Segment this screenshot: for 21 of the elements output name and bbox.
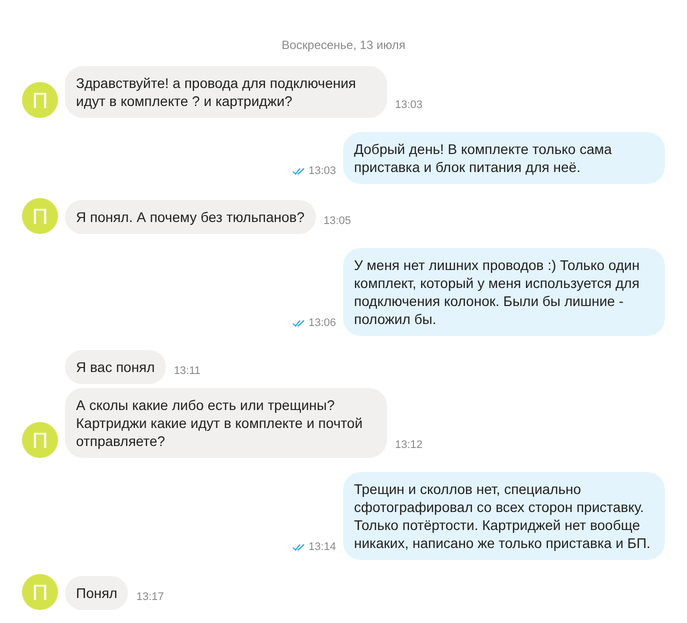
message-time: 13:14 <box>308 540 336 554</box>
message-time: 13:06 <box>308 316 336 330</box>
message-time: 13:17 <box>136 590 164 604</box>
message-time: 13:11 <box>174 364 201 378</box>
date-separator: Воскресенье, 13 июля <box>282 37 406 54</box>
message-bubble: Трещин и сколлов нет, специально сфотографировал со всех сторон приставку. Только потёртости. Картриджей нет вообще никаких, написано же только приставка и БП. <box>343 472 665 560</box>
message-time: 13:03 <box>308 164 336 178</box>
message-bubble: Добрый день! В комплекте только сама приставка и блок питания для неё. <box>343 132 665 184</box>
avatar[interactable]: П <box>22 198 58 234</box>
message-time: 13:12 <box>395 438 423 452</box>
message-bubble: Я понял. А почему без тюльпанов? <box>65 200 316 234</box>
message-bubble: Я вас понял <box>65 350 166 384</box>
message-bubble: У меня нет лишних проводов :) Только один комплект, который у меня используется для подключения колонок. Были бы лишние - положил бы. <box>343 248 665 336</box>
message-bubble: Понял <box>65 576 128 610</box>
avatar[interactable]: П <box>22 82 58 118</box>
message-bubble: А сколы какие либо есть или трещины? Картриджи какие идут в комплекте и почтой отправляете? <box>65 388 387 458</box>
avatar[interactable]: П <box>22 422 58 458</box>
message-bubble: Здравствуйте! а провода для подключения идут в комплекте ? и картриджи? <box>65 66 387 118</box>
message-time: 13:05 <box>324 214 352 228</box>
avatar[interactable]: П <box>22 574 58 610</box>
message-time: 13:03 <box>395 98 423 112</box>
